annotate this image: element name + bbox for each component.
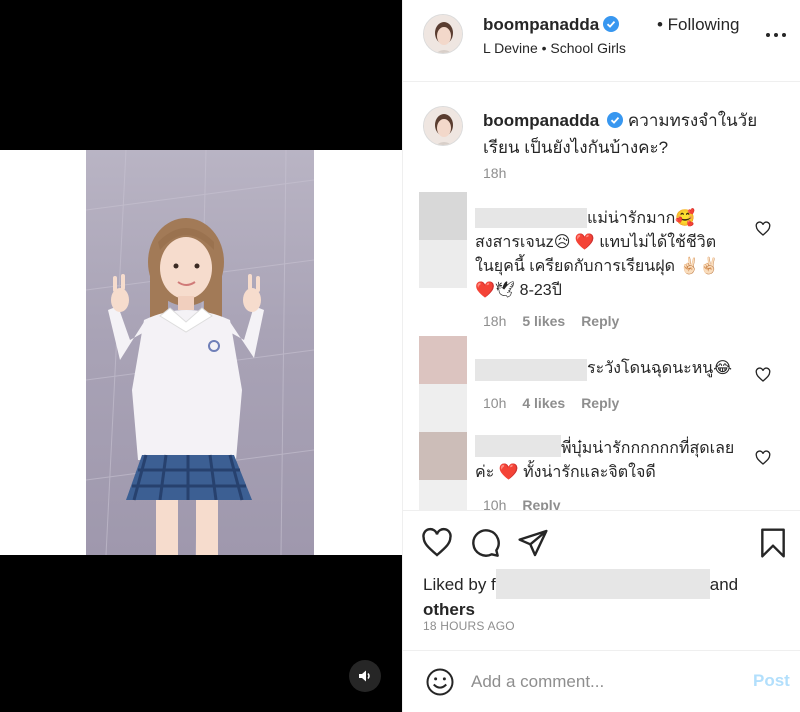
caption-username[interactable]: boompanadda [483,111,599,130]
comment-meta: 18h 5 likes Reply [483,313,635,329]
like-heart-icon[interactable] [421,527,453,559]
liked-by-summary: Liked by f and others [423,569,753,620]
comment-likes-count[interactable]: 4 likes [522,395,565,411]
comment-composer: Post [403,650,800,712]
video-player[interactable] [86,150,314,555]
following-status[interactable]: • Following [657,15,740,35]
video-still-image [86,150,314,555]
caption-author-avatar[interactable] [423,106,463,146]
comment-text: ระวังโดนฉุดนะหนู😂 [587,360,732,377]
comment-line: สงสารเจนz😥 ❤️ แทบไม่ได้ใช้ชีวิต [475,234,717,251]
comment-timestamp[interactable]: 10h [483,497,506,510]
comment-reply-button[interactable]: Reply [581,313,619,329]
comment-line: ในยุคนี้ เครียดกับการเรียนฝุด ✌🏻✌🏻 [475,258,720,275]
comment-text: แม่น่ารักมาก🥰 สงสารเจนz😥 ❤️ แทบไม่ได้ใช้… [475,207,761,303]
caption-timestamp[interactable]: 18h [483,165,506,181]
liked-by-prefix: Liked by f [423,575,496,594]
author-avatar[interactable] [423,14,463,54]
commenter-avatar-blurred[interactable] [419,432,467,480]
comment-bubble-icon[interactable] [469,527,501,559]
sound-toggle-button[interactable] [349,660,381,692]
commenter-avatar-blurred[interactable] [419,336,467,384]
speaker-icon [359,670,370,682]
comment-reply-button[interactable]: Reply [522,497,560,510]
add-comment-input[interactable] [471,667,741,697]
verified-badge-icon [603,16,620,32]
author-username-text[interactable]: boompanadda [483,15,599,34]
comment-like-heart-icon[interactable] [755,450,771,466]
commenter-avatar-blurred[interactable] [419,192,467,240]
post-comment-button[interactable]: Post [753,671,790,691]
emoji-smiley-icon[interactable] [425,667,455,697]
video-frame [0,150,402,555]
post-actions: Liked by f and others 18 HOURS AGO [403,510,800,640]
comment-line: ❤️🕊 8-23ปี [475,282,562,299]
comment-meta: 10h 4 likes Reply [483,395,635,411]
comments-section[interactable]: boompanadda ความทรงจำในวัยเรียน เป็นยังไ… [403,83,800,510]
author-username[interactable]: boompanadda [483,15,620,35]
commenter-avatar-blurred [419,480,467,510]
post-caption: boompanadda ความทรงจำในวัยเรียน เป็นยังไ… [483,107,783,161]
comment-likes-count[interactable]: 5 likes [522,313,565,329]
avatar-image [424,107,462,145]
comment-line: ค่ะ ❤️ ทั้งน่ารักและจิตใจดี [475,464,656,481]
liked-by-and: and [709,575,739,594]
commenter-avatar-blurred [419,384,467,432]
save-bookmark-icon[interactable] [757,527,789,559]
comment-like-heart-icon[interactable] [755,367,771,383]
comment-timestamp[interactable]: 10h [483,395,506,411]
share-paper-plane-icon[interactable] [517,527,549,559]
more-options-icon[interactable] [765,30,787,40]
comment-text: พี่บุ๋มน่ารักกกกกกที่สุดเลย ค่ะ ❤️ ทั้งน… [475,437,761,485]
comment-timestamp[interactable]: 18h [483,313,506,329]
liked-by-others-link[interactable]: others [423,600,475,619]
comment-meta: 10h Reply [483,497,576,510]
comment-reply-button[interactable]: Reply [581,395,619,411]
post-media[interactable] [0,0,402,712]
audio-track-label[interactable]: L Devine • School Girls [483,40,626,56]
comment-like-heart-icon[interactable] [755,221,771,237]
verified-badge-icon [607,112,624,128]
post-details-panel: boompanadda • Following L Devine • Schoo… [402,0,800,712]
avatar-image [424,15,462,53]
liked-by-username-blurred[interactable] [495,569,710,599]
post-header: boompanadda • Following L Devine • Schoo… [403,0,800,82]
commenter-avatar-blurred [419,240,467,288]
post-timestamp[interactable]: 18 HOURS AGO [423,619,515,633]
comment-line: แม่น่ารักมาก🥰 [587,210,696,227]
comment-line: พี่บุ๋มน่ารักกกกกกที่สุดเลย [561,440,735,457]
